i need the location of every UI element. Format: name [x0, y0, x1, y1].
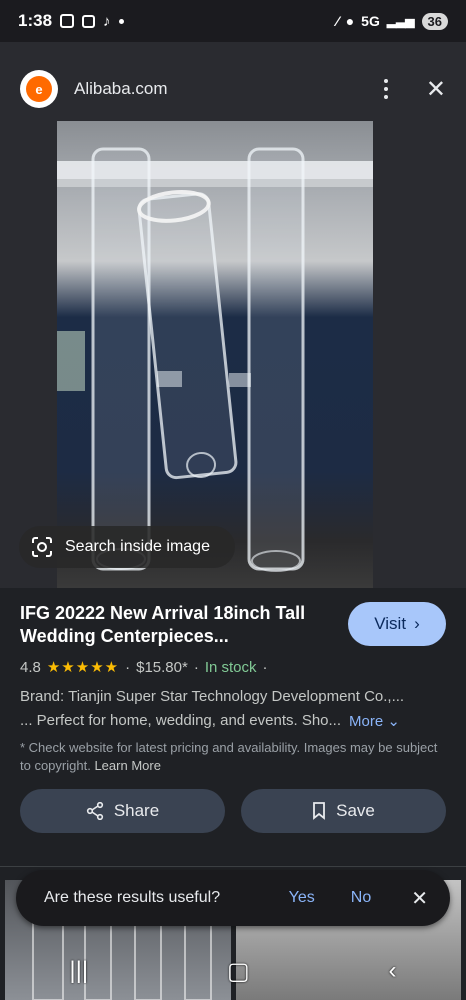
back-icon[interactable]: ‹ — [389, 957, 397, 985]
home-icon[interactable]: ▢ — [227, 957, 250, 986]
stock-status: In stock — [204, 658, 257, 676]
notification-dot-icon — [118, 18, 124, 24]
feedback-no-button[interactable]: No — [351, 889, 371, 907]
feedback-question: Are these results useful? — [44, 889, 221, 906]
recent-apps-icon[interactable]: ||| — [69, 957, 88, 985]
result-header: e Alibaba.com ✕ — [0, 57, 466, 121]
bookmark-icon — [313, 802, 326, 820]
more-options-icon[interactable] — [383, 79, 388, 99]
search-inside-image-button[interactable]: Search inside image — [19, 526, 235, 568]
close-icon[interactable]: ✕ — [411, 886, 428, 911]
description-line: ... Perfect for home, wedding, and event… — [20, 712, 446, 730]
share-button[interactable]: Share — [20, 789, 225, 833]
tiktok-icon: ♪ — [103, 12, 111, 30]
star-rating-icon: ★★★★★ — [46, 659, 120, 676]
status-time: 1:38 — [18, 11, 53, 30]
share-icon — [86, 802, 103, 820]
learn-more-link[interactable]: Learn More — [94, 758, 160, 773]
glass-vases-illustration — [57, 147, 373, 572]
search-inside-label: Search inside image — [65, 538, 210, 555]
status-bar: 1:38 ♪ ⁄ ● 5G ▂▃▅ 36 — [0, 0, 466, 42]
qr-icon — [82, 14, 96, 28]
alibaba-logo-icon[interactable]: e — [20, 70, 58, 108]
product-title[interactable]: IFG 20222 New Arrival 18inch Tall Weddin… — [20, 602, 340, 648]
image-area: Search inside image — [0, 121, 466, 588]
chevron-down-icon: ⌄ — [387, 713, 400, 730]
description-text: ... Perfect for home, wedding, and event… — [20, 712, 342, 729]
lens-icon — [32, 537, 52, 557]
visit-button[interactable]: Visit › — [348, 602, 446, 646]
brand-line: Brand: Tianjin Super Star Technology Dev… — [20, 688, 405, 705]
screenshot-icon — [60, 14, 75, 28]
more-link[interactable]: More ⌄ — [349, 712, 400, 730]
header-top-band — [0, 42, 466, 57]
mute-icon: ⁄ — [336, 13, 339, 29]
site-name[interactable]: Alibaba.com — [74, 79, 168, 99]
disclaimer: * Check website for latest pricing and a… — [20, 740, 438, 773]
chevron-right-icon: › — [414, 614, 420, 633]
system-nav-bar: ||| ▢ ‹ — [0, 942, 466, 1000]
battery-icon: 36 — [421, 12, 448, 30]
product-details: IFG 20222 New Arrival 18inch Tall Weddin… — [0, 588, 466, 870]
close-icon[interactable]: ✕ — [426, 75, 446, 104]
feedback-bar: Are these results useful? Yes No ✕ — [16, 870, 450, 926]
location-icon: ● — [345, 13, 355, 29]
price: $15.80* — [136, 658, 188, 676]
rating-price-row: 4.8 ★★★★★ · $15.80* · In stock · — [20, 658, 268, 677]
rating-value: 4.8 — [20, 658, 41, 676]
network-label: 5G — [361, 13, 380, 29]
divider — [0, 866, 466, 867]
signal-icon: ▂▃▅ — [386, 14, 415, 28]
save-button[interactable]: Save — [241, 789, 446, 833]
feedback-yes-button[interactable]: Yes — [289, 889, 315, 907]
product-image[interactable] — [57, 121, 373, 588]
